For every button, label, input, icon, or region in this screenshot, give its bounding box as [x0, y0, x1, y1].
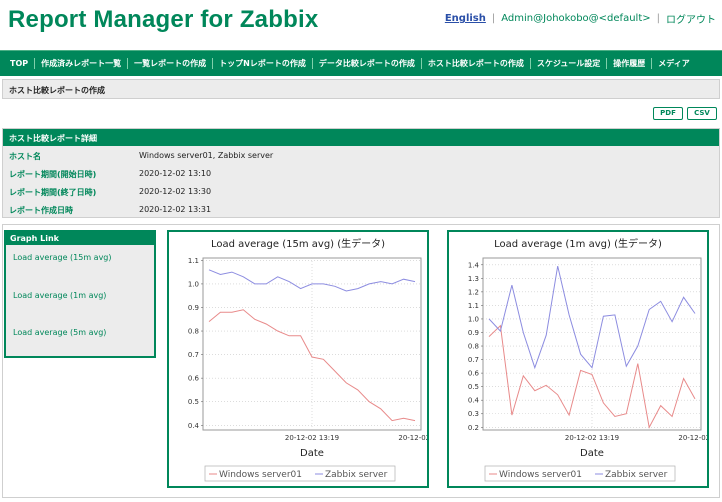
- details-value: 2020-12-02 13:31: [139, 205, 212, 214]
- nav-item-list-report[interactable]: 一覧レポートの作成: [128, 58, 214, 69]
- legend-entry: Zabbix server: [605, 470, 668, 480]
- details-label: ホスト名: [9, 152, 41, 161]
- details-row: レポート期間(開始日時) 2020-12-02 13:10: [3, 164, 719, 182]
- x-axis-label: Date: [300, 448, 324, 459]
- y-tick-label: 0.7: [188, 351, 199, 359]
- nav-item-report-list[interactable]: 作成済みレポート一覧: [35, 58, 129, 69]
- graph-link-item[interactable]: Load average (15m avg): [13, 253, 112, 262]
- nav-item-history[interactable]: 操作履歴: [607, 58, 653, 69]
- chart-title: Load average (1m avg) (生データ): [494, 237, 662, 250]
- details-value: 2020-12-02 13:30: [139, 187, 212, 196]
- logout-link[interactable]: ログアウト: [666, 11, 716, 26]
- legend-entry: Windows server01: [219, 470, 302, 480]
- y-tick-label: 1.1: [468, 302, 479, 310]
- chart-title: Load average (15m avg) (生データ): [211, 237, 385, 250]
- chart-15m: Load average (15m avg) (生データ) 0.4 0.5 0.6 0.…: [188, 237, 427, 482]
- x-tick-label: 20-12-02 13:19: [565, 434, 619, 442]
- y-tick-label: 0.8: [468, 343, 479, 351]
- graph-link-item[interactable]: Load average (5m avg): [13, 328, 106, 337]
- user-link[interactable]: Admin@Johokobo@<default>: [501, 13, 650, 24]
- x-axis-label: Date: [580, 448, 604, 459]
- app-title: Report Manager for Zabbix: [8, 6, 319, 33]
- nav-item-data-compare[interactable]: データ比較レポートの作成: [313, 58, 422, 69]
- y-tick-label: 0.4: [188, 422, 200, 430]
- page-title: ホスト比較レポートの作成: [2, 79, 720, 99]
- x-tick-label: 20-12-02 13:19: [285, 434, 339, 442]
- details-row: ホスト名 Windows server01, Zabbix server: [3, 146, 719, 164]
- details-label: レポート期間(開始日時): [9, 170, 97, 179]
- y-tick-label: 0.5: [468, 383, 479, 391]
- x-tick-label: 20-12-02 13:: [398, 434, 427, 442]
- details-row: レポート作成日時 2020-12-02 13:31: [3, 200, 719, 218]
- details-label: レポート期間(終了日時): [9, 188, 97, 197]
- graph-link-panel: Graph Link Load average (15m avg) Load a…: [4, 230, 156, 358]
- y-tick-label: 1.2: [468, 288, 479, 296]
- chart-panel-1m: Load average (1m avg) (生データ) 0.2 0.3 0.4 0.5…: [447, 230, 709, 488]
- report-details: ホスト比較レポート詳細 ホスト名 Windows server01, Zabbi…: [2, 128, 720, 218]
- nav-item-host-compare[interactable]: ホスト比較レポートの作成: [422, 58, 531, 69]
- nav-item-topn-report[interactable]: トップNレポートの作成: [213, 58, 313, 69]
- graph-link-heading: Graph Link: [6, 232, 154, 245]
- x-tick-label: 20-12-02 13:: [678, 434, 707, 442]
- nav-item-schedule[interactable]: スケジュール設定: [531, 58, 608, 69]
- nav-item-media[interactable]: メディア: [652, 58, 695, 69]
- graph-link-item[interactable]: Load average (1m avg): [13, 291, 106, 300]
- pdf-button[interactable]: PDF: [653, 107, 683, 120]
- y-tick-label: 1.1: [188, 257, 199, 265]
- y-tick-label: 0.6: [468, 370, 480, 378]
- header: Report Manager for Zabbix English | Admi…: [0, 0, 722, 50]
- csv-button[interactable]: CSV: [687, 107, 717, 120]
- y-tick-label: 0.3: [468, 410, 479, 418]
- header-links: English | Admin@Johokobo@<default> | ログア…: [445, 11, 716, 26]
- details-value: Windows server01, Zabbix server: [139, 151, 274, 160]
- separator: |: [491, 13, 496, 24]
- y-tick-label: 0.2: [468, 424, 479, 432]
- y-tick-label: 1.4: [468, 261, 480, 269]
- y-tick-label: 0.7: [468, 356, 479, 364]
- chart-1m: Load average (1m avg) (生データ) 0.2 0.3 0.4 0.5…: [468, 237, 707, 482]
- details-value: 2020-12-02 13:10: [139, 169, 212, 178]
- y-tick-label: 0.8: [188, 328, 199, 336]
- separator: |: [656, 13, 660, 24]
- y-tick-label: 1.3: [468, 275, 479, 283]
- y-tick-label: 0.9: [468, 329, 479, 337]
- details-label: レポート作成日時: [9, 206, 73, 215]
- nav-item-top[interactable]: TOP: [4, 58, 36, 69]
- y-tick-label: 1.0: [188, 280, 199, 288]
- main-nav: TOP 作成済みレポート一覧 一覧レポートの作成 トップNレポートの作成 データ…: [0, 50, 722, 76]
- plot-area: [482, 257, 702, 431]
- y-tick-label: 1.0: [468, 315, 479, 323]
- language-link[interactable]: English: [445, 13, 486, 24]
- legend-entry: Zabbix server: [325, 470, 388, 480]
- y-tick-label: 0.6: [188, 375, 200, 383]
- legend-entry: Windows server01: [499, 470, 582, 480]
- details-heading: ホスト比較レポート詳細: [3, 129, 719, 146]
- y-tick-label: 0.5: [188, 398, 199, 406]
- y-tick-label: 0.9: [188, 304, 199, 312]
- details-row: レポート期間(終了日時) 2020-12-02 13:30: [3, 182, 719, 200]
- y-tick-label: 0.4: [468, 397, 480, 405]
- chart-panel-15m: Load average (15m avg) (生データ) 0.4 0.5 0.6 0.…: [167, 230, 429, 488]
